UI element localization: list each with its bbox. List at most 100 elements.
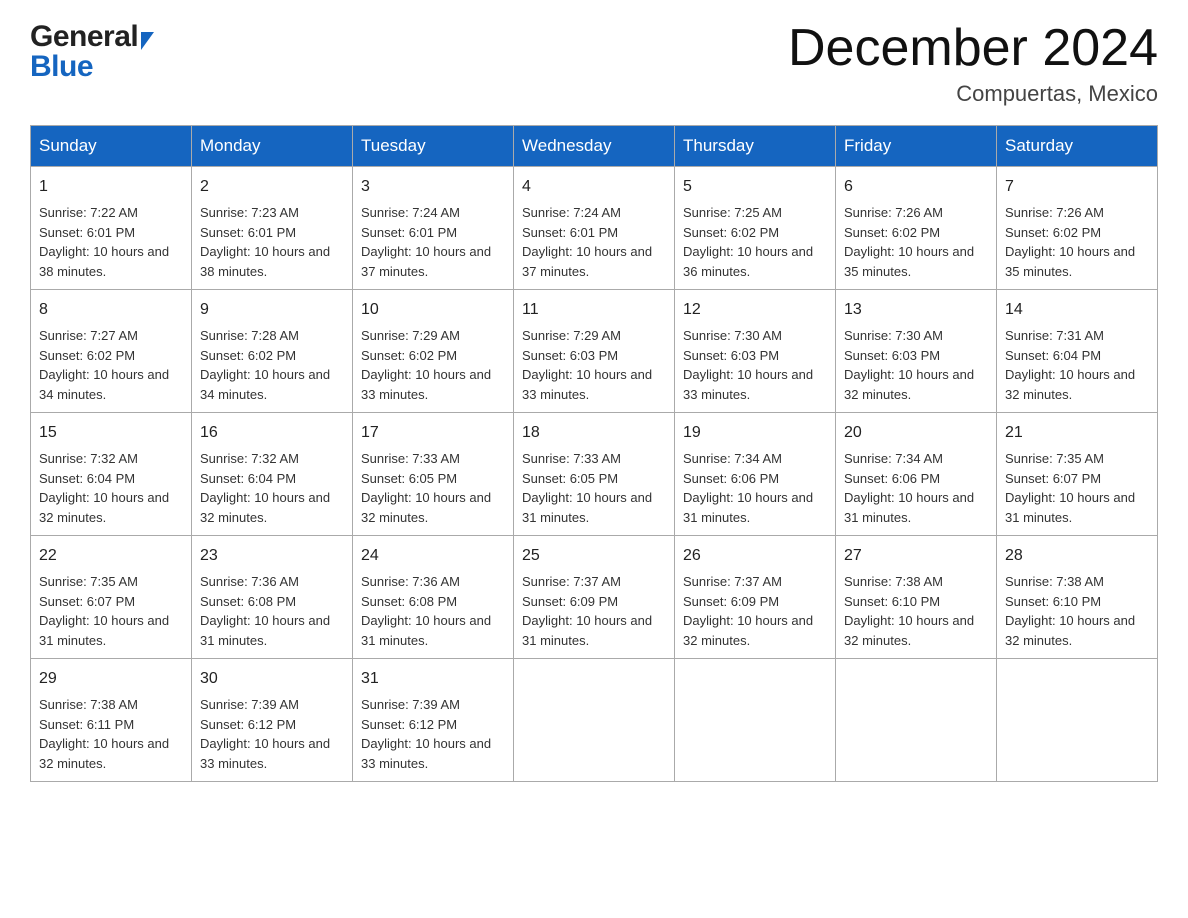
calendar-cell: 16 Sunrise: 7:32 AMSunset: 6:04 PMDaylig… [192, 413, 353, 536]
day-number: 12 [683, 298, 827, 322]
calendar-cell: 31 Sunrise: 7:39 AMSunset: 6:12 PMDaylig… [353, 659, 514, 782]
day-info: Sunrise: 7:37 AMSunset: 6:09 PMDaylight:… [683, 574, 813, 648]
day-number: 15 [39, 421, 183, 445]
weekday-header-wednesday: Wednesday [514, 126, 675, 167]
calendar-cell: 30 Sunrise: 7:39 AMSunset: 6:12 PMDaylig… [192, 659, 353, 782]
day-number: 28 [1005, 544, 1149, 568]
logo-line1: General [30, 20, 154, 54]
logo-text: General Blue [30, 20, 154, 84]
day-info: Sunrise: 7:27 AMSunset: 6:02 PMDaylight:… [39, 328, 169, 402]
calendar-cell: 18 Sunrise: 7:33 AMSunset: 6:05 PMDaylig… [514, 413, 675, 536]
calendar-cell: 12 Sunrise: 7:30 AMSunset: 6:03 PMDaylig… [675, 290, 836, 413]
day-info: Sunrise: 7:35 AMSunset: 6:07 PMDaylight:… [1005, 451, 1135, 525]
day-number: 17 [361, 421, 505, 445]
day-number: 4 [522, 175, 666, 199]
calendar-week-row: 22 Sunrise: 7:35 AMSunset: 6:07 PMDaylig… [31, 536, 1158, 659]
calendar-cell: 20 Sunrise: 7:34 AMSunset: 6:06 PMDaylig… [836, 413, 997, 536]
weekday-header-tuesday: Tuesday [353, 126, 514, 167]
day-number: 27 [844, 544, 988, 568]
calendar-cell: 9 Sunrise: 7:28 AMSunset: 6:02 PMDayligh… [192, 290, 353, 413]
calendar-week-row: 15 Sunrise: 7:32 AMSunset: 6:04 PMDaylig… [31, 413, 1158, 536]
weekday-header-thursday: Thursday [675, 126, 836, 167]
calendar-cell: 27 Sunrise: 7:38 AMSunset: 6:10 PMDaylig… [836, 536, 997, 659]
location: Compuertas, Mexico [788, 81, 1158, 107]
day-number: 9 [200, 298, 344, 322]
calendar-cell: 22 Sunrise: 7:35 AMSunset: 6:07 PMDaylig… [31, 536, 192, 659]
day-number: 11 [522, 298, 666, 322]
day-number: 5 [683, 175, 827, 199]
weekday-header-monday: Monday [192, 126, 353, 167]
day-number: 31 [361, 667, 505, 691]
calendar-week-row: 8 Sunrise: 7:27 AMSunset: 6:02 PMDayligh… [31, 290, 1158, 413]
day-info: Sunrise: 7:22 AMSunset: 6:01 PMDaylight:… [39, 205, 169, 279]
logo: General Blue [30, 20, 154, 84]
day-info: Sunrise: 7:31 AMSunset: 6:04 PMDaylight:… [1005, 328, 1135, 402]
day-number: 19 [683, 421, 827, 445]
day-info: Sunrise: 7:33 AMSunset: 6:05 PMDaylight:… [522, 451, 652, 525]
calendar-cell: 3 Sunrise: 7:24 AMSunset: 6:01 PMDayligh… [353, 167, 514, 290]
calendar-cell [514, 659, 675, 782]
day-info: Sunrise: 7:30 AMSunset: 6:03 PMDaylight:… [683, 328, 813, 402]
logo-general: General [30, 20, 138, 54]
calendar-cell: 13 Sunrise: 7:30 AMSunset: 6:03 PMDaylig… [836, 290, 997, 413]
calendar-cell: 10 Sunrise: 7:29 AMSunset: 6:02 PMDaylig… [353, 290, 514, 413]
calendar-cell: 6 Sunrise: 7:26 AMSunset: 6:02 PMDayligh… [836, 167, 997, 290]
calendar-cell: 1 Sunrise: 7:22 AMSunset: 6:01 PMDayligh… [31, 167, 192, 290]
day-info: Sunrise: 7:35 AMSunset: 6:07 PMDaylight:… [39, 574, 169, 648]
calendar-cell: 11 Sunrise: 7:29 AMSunset: 6:03 PMDaylig… [514, 290, 675, 413]
calendar-table: SundayMondayTuesdayWednesdayThursdayFrid… [30, 125, 1158, 782]
day-info: Sunrise: 7:32 AMSunset: 6:04 PMDaylight:… [200, 451, 330, 525]
day-info: Sunrise: 7:33 AMSunset: 6:05 PMDaylight:… [361, 451, 491, 525]
day-number: 23 [200, 544, 344, 568]
day-info: Sunrise: 7:39 AMSunset: 6:12 PMDaylight:… [200, 697, 330, 771]
day-info: Sunrise: 7:39 AMSunset: 6:12 PMDaylight:… [361, 697, 491, 771]
calendar-cell: 15 Sunrise: 7:32 AMSunset: 6:04 PMDaylig… [31, 413, 192, 536]
day-number: 30 [200, 667, 344, 691]
calendar-week-row: 1 Sunrise: 7:22 AMSunset: 6:01 PMDayligh… [31, 167, 1158, 290]
calendar-cell: 7 Sunrise: 7:26 AMSunset: 6:02 PMDayligh… [997, 167, 1158, 290]
calendar-cell: 8 Sunrise: 7:27 AMSunset: 6:02 PMDayligh… [31, 290, 192, 413]
day-number: 25 [522, 544, 666, 568]
day-number: 24 [361, 544, 505, 568]
day-info: Sunrise: 7:30 AMSunset: 6:03 PMDaylight:… [844, 328, 974, 402]
calendar-cell [836, 659, 997, 782]
title-block: December 2024 Compuertas, Mexico [788, 20, 1158, 107]
day-number: 29 [39, 667, 183, 691]
day-number: 6 [844, 175, 988, 199]
day-number: 14 [1005, 298, 1149, 322]
calendar-cell: 24 Sunrise: 7:36 AMSunset: 6:08 PMDaylig… [353, 536, 514, 659]
day-info: Sunrise: 7:37 AMSunset: 6:09 PMDaylight:… [522, 574, 652, 648]
calendar-cell: 21 Sunrise: 7:35 AMSunset: 6:07 PMDaylig… [997, 413, 1158, 536]
page-header: General Blue December 2024 Compuertas, M… [30, 20, 1158, 107]
day-info: Sunrise: 7:25 AMSunset: 6:02 PMDaylight:… [683, 205, 813, 279]
weekday-header-friday: Friday [836, 126, 997, 167]
day-info: Sunrise: 7:36 AMSunset: 6:08 PMDaylight:… [200, 574, 330, 648]
day-number: 10 [361, 298, 505, 322]
day-number: 22 [39, 544, 183, 568]
day-info: Sunrise: 7:24 AMSunset: 6:01 PMDaylight:… [522, 205, 652, 279]
day-info: Sunrise: 7:29 AMSunset: 6:02 PMDaylight:… [361, 328, 491, 402]
calendar-cell: 26 Sunrise: 7:37 AMSunset: 6:09 PMDaylig… [675, 536, 836, 659]
calendar-cell: 14 Sunrise: 7:31 AMSunset: 6:04 PMDaylig… [997, 290, 1158, 413]
day-number: 26 [683, 544, 827, 568]
day-number: 1 [39, 175, 183, 199]
weekday-header-sunday: Sunday [31, 126, 192, 167]
calendar-cell [997, 659, 1158, 782]
day-number: 2 [200, 175, 344, 199]
calendar-cell: 19 Sunrise: 7:34 AMSunset: 6:06 PMDaylig… [675, 413, 836, 536]
calendar-cell: 5 Sunrise: 7:25 AMSunset: 6:02 PMDayligh… [675, 167, 836, 290]
day-number: 21 [1005, 421, 1149, 445]
day-number: 18 [522, 421, 666, 445]
calendar-cell: 29 Sunrise: 7:38 AMSunset: 6:11 PMDaylig… [31, 659, 192, 782]
calendar-cell: 25 Sunrise: 7:37 AMSunset: 6:09 PMDaylig… [514, 536, 675, 659]
day-number: 13 [844, 298, 988, 322]
day-info: Sunrise: 7:29 AMSunset: 6:03 PMDaylight:… [522, 328, 652, 402]
day-number: 20 [844, 421, 988, 445]
day-info: Sunrise: 7:24 AMSunset: 6:01 PMDaylight:… [361, 205, 491, 279]
day-info: Sunrise: 7:34 AMSunset: 6:06 PMDaylight:… [683, 451, 813, 525]
calendar-cell: 28 Sunrise: 7:38 AMSunset: 6:10 PMDaylig… [997, 536, 1158, 659]
calendar-cell: 2 Sunrise: 7:23 AMSunset: 6:01 PMDayligh… [192, 167, 353, 290]
logo-triangle-icon [141, 32, 154, 50]
day-info: Sunrise: 7:34 AMSunset: 6:06 PMDaylight:… [844, 451, 974, 525]
day-number: 7 [1005, 175, 1149, 199]
